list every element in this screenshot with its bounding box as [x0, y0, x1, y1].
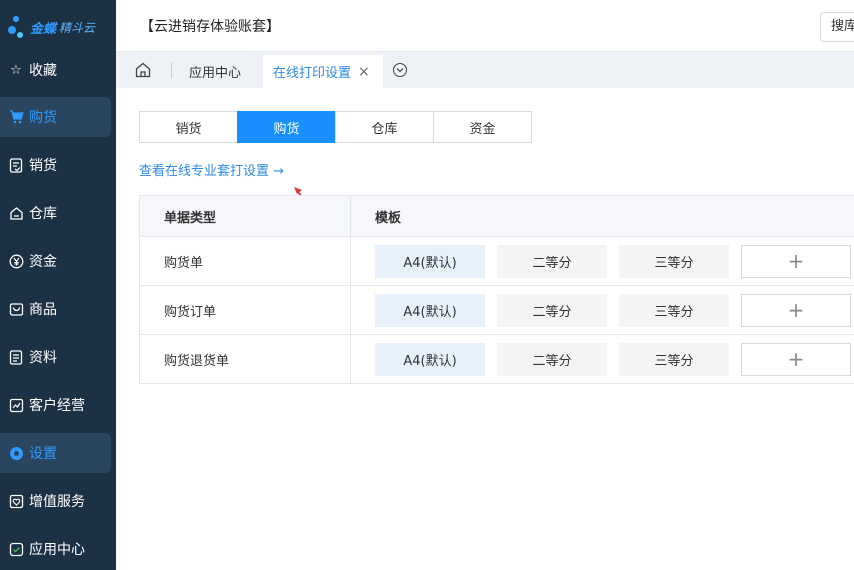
settings-icon	[8, 445, 24, 461]
warehouse-icon	[8, 205, 24, 221]
segment-purchase[interactable]: 购货	[237, 111, 336, 143]
service-icon	[8, 493, 24, 509]
segment-funds[interactable]: 资金	[433, 111, 532, 143]
sidebar-item-app-center[interactable]: 应用中心	[0, 529, 111, 569]
logo-mark-icon	[8, 14, 26, 40]
sidebar-item-label: 商品	[29, 302, 57, 318]
sidebar-item-value-added[interactable]: 增值服务	[0, 481, 111, 521]
sidebar-item-warehouse[interactable]: 仓库	[0, 193, 111, 233]
tab-bar: 应用中心 在线打印设置 ×	[116, 52, 854, 88]
header-template: 模板	[375, 210, 402, 226]
add-template-button[interactable]: +	[741, 293, 851, 327]
sidebar-item-label: 销货	[29, 158, 57, 174]
template-a4-button[interactable]: A4(默认)	[375, 342, 485, 376]
sidebar: 金蝶 精斗云 ☆ 收藏 购货 销货 仓库 资金 商品 资料 客户经营 设置 增值…	[0, 0, 116, 570]
template-third-button[interactable]: 三等分	[619, 342, 729, 376]
chart-icon	[8, 397, 24, 413]
category-segments: 销货 购货 仓库 资金	[139, 111, 532, 143]
template-cell: A4(默认) 二等分 三等分 +	[351, 237, 854, 285]
sidebar-item-sales[interactable]: 销货	[0, 145, 111, 185]
template-a4-button[interactable]: A4(默认)	[375, 244, 485, 278]
sidebar-item-goods[interactable]: 商品	[0, 289, 111, 329]
account-set-title: 【云进销存体验账套】	[140, 19, 280, 35]
yen-icon	[8, 253, 24, 269]
doc-type-cell: 购货单	[140, 237, 351, 285]
add-template-button[interactable]: +	[741, 342, 851, 376]
professional-print-settings-link[interactable]: 查看在线专业套打设置 →	[139, 160, 284, 179]
template-third-button[interactable]: 三等分	[619, 293, 729, 327]
brand-product: 精斗云	[59, 20, 96, 35]
data-icon	[8, 349, 24, 365]
table-row: 购货单 A4(默认) 二等分 三等分 +	[140, 237, 854, 286]
top-bar: 【云进销存体验账套】 搜库	[116, 0, 854, 52]
sidebar-item-label: 收藏	[29, 63, 57, 79]
search-button[interactable]: 搜库	[820, 12, 854, 42]
sidebar-item-settings[interactable]: 设置	[0, 433, 111, 473]
tab-online-print-settings[interactable]: 在线打印设置 ×	[263, 55, 383, 88]
app-icon	[8, 541, 24, 557]
sidebar-item-label: 资料	[29, 350, 57, 366]
tab-label: 在线打印设置	[273, 66, 352, 81]
sidebar-item-label: 客户经营	[29, 398, 85, 414]
template-third-button[interactable]: 三等分	[619, 244, 729, 278]
goods-icon	[8, 301, 24, 317]
sidebar-item-customer[interactable]: 客户经营	[0, 385, 111, 425]
template-half-button[interactable]: 二等分	[497, 342, 607, 376]
brand-logo: 金蝶 精斗云	[8, 12, 95, 42]
sidebar-item-purchase[interactable]: 购货	[0, 97, 111, 137]
chevron-down-icon[interactable]	[393, 63, 407, 77]
print-template-table: 单据类型 模板 购货单 A4(默认) 二等分 三等分 + 购货订单 A4(默认)…	[139, 195, 854, 384]
sidebar-item-funds[interactable]: 资金	[0, 241, 111, 281]
template-half-button[interactable]: 二等分	[497, 244, 607, 278]
sidebar-item-label: 购货	[29, 110, 57, 126]
brand-name: 金蝶	[30, 21, 57, 37]
header-doc-type: 单据类型	[140, 196, 351, 236]
tab-divider	[171, 62, 172, 78]
template-cell: A4(默认) 二等分 三等分 +	[351, 286, 854, 334]
template-a4-button[interactable]: A4(默认)	[375, 293, 485, 327]
sales-doc-icon	[8, 157, 24, 173]
sidebar-item-data[interactable]: 资料	[0, 337, 111, 377]
sidebar-item-label: 仓库	[29, 206, 57, 222]
doc-type-cell: 购货订单	[140, 286, 351, 334]
star-icon: ☆	[10, 62, 22, 78]
table-row: 购货退货单 A4(默认) 二等分 三等分 +	[140, 335, 854, 384]
home-icon[interactable]	[134, 61, 152, 79]
sidebar-item-label: 应用中心	[29, 542, 85, 558]
sidebar-item-label: 增值服务	[29, 494, 85, 510]
sidebar-item-label: 设置	[29, 446, 57, 462]
sidebar-item-favorites[interactable]: ☆ 收藏	[0, 50, 111, 90]
segment-warehouse[interactable]: 仓库	[335, 111, 434, 143]
table-row: 购货订单 A4(默认) 二等分 三等分 +	[140, 286, 854, 335]
table-header-row: 单据类型 模板	[140, 196, 854, 237]
add-template-button[interactable]: +	[741, 244, 851, 278]
tab-app-center[interactable]: 应用中心	[189, 62, 241, 81]
doc-type-cell: 购货退货单	[140, 335, 351, 383]
segment-sales[interactable]: 销货	[139, 111, 238, 143]
cart-icon	[8, 109, 24, 125]
template-cell: A4(默认) 二等分 三等分 +	[351, 335, 854, 383]
sidebar-item-label: 资金	[29, 254, 57, 270]
template-half-button[interactable]: 二等分	[497, 293, 607, 327]
close-icon[interactable]: ×	[358, 64, 370, 80]
